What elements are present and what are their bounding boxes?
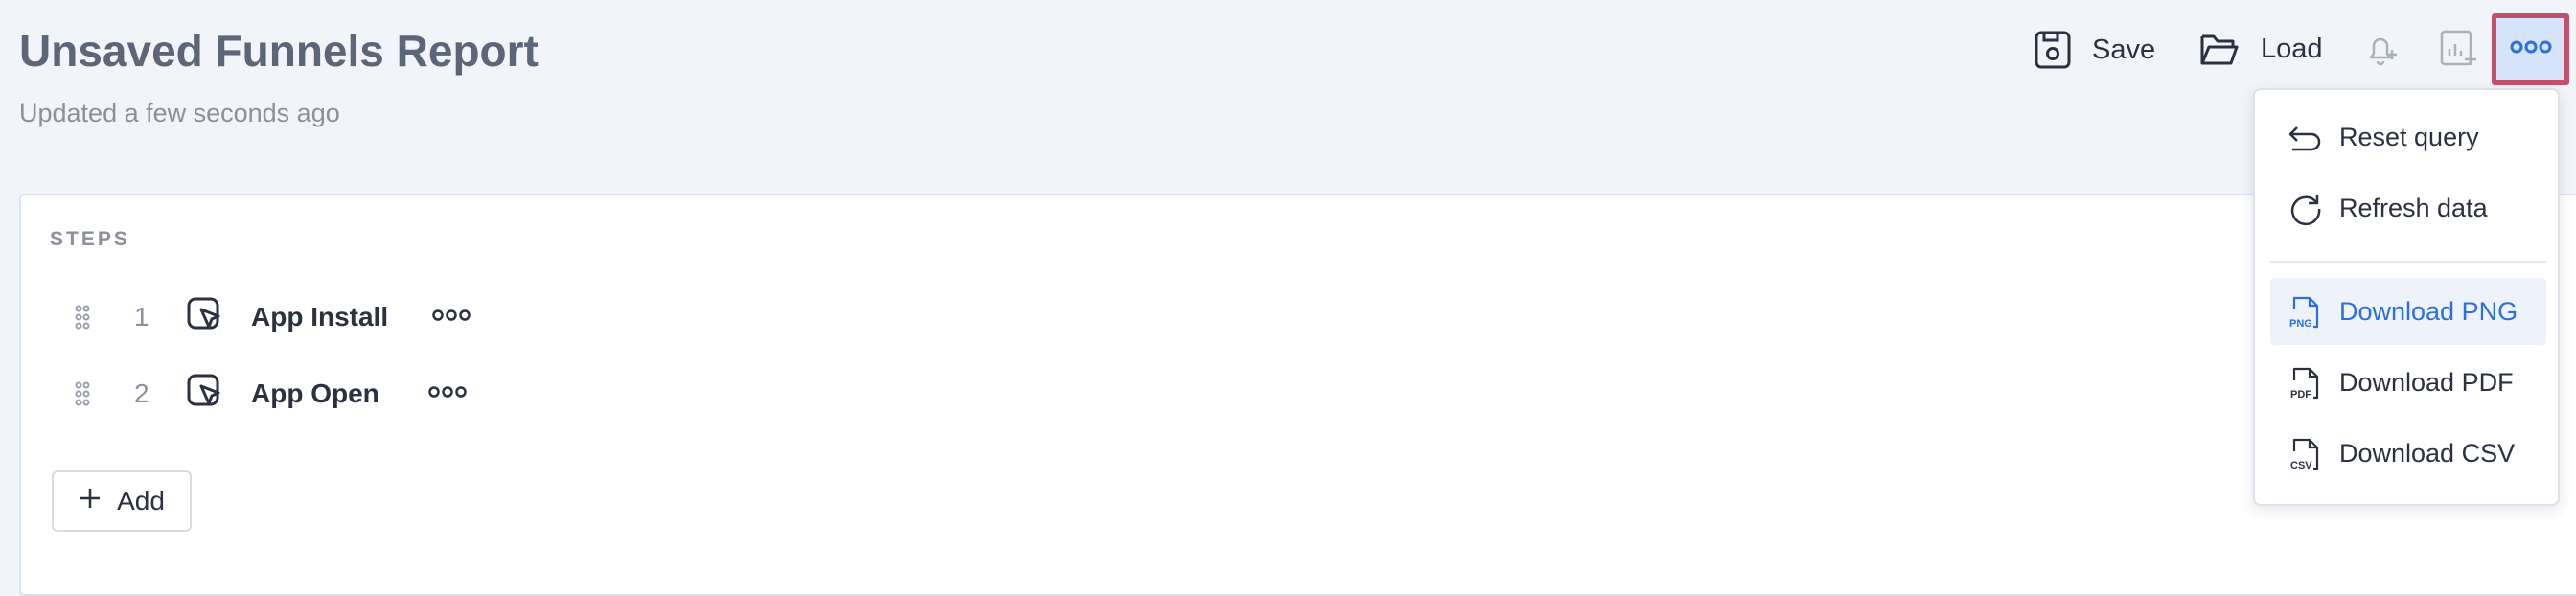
save-button[interactable]: Save — [2035, 31, 2155, 69]
step-number: 2 — [134, 378, 150, 408]
step-event-name[interactable]: App Install — [251, 302, 388, 332]
more-options-menu: Reset query Refresh data PNG Download PN… — [2253, 88, 2560, 506]
add-step-label: Add — [117, 486, 165, 516]
more-options-button[interactable] — [2492, 13, 2569, 85]
step-options-icon[interactable] — [431, 309, 472, 327]
menu-item-refresh-data[interactable]: Refresh data — [2270, 174, 2546, 241]
drag-handle-icon[interactable] — [71, 305, 94, 330]
event-click-icon — [186, 373, 224, 418]
funnel-step[interactable]: 2 App Open — [71, 370, 467, 418]
event-click-icon — [186, 296, 224, 341]
save-icon — [2035, 31, 2071, 69]
funnel-step[interactable]: 1 App Install — [71, 293, 471, 341]
plus-icon — [79, 486, 102, 516]
menu-item-label: Download PDF — [2339, 367, 2514, 397]
svg-text:PDF: PDF — [2290, 389, 2312, 401]
step-event-name[interactable]: App Open — [251, 378, 380, 409]
menu-divider — [2270, 261, 2546, 263]
menu-item-download-csv[interactable]: CSV Download CSV — [2270, 420, 2546, 487]
steps-panel — [19, 194, 2576, 596]
pdf-file-icon: PDF — [2288, 365, 2324, 408]
add-step-button[interactable]: Add — [52, 470, 192, 532]
menu-item-label: Download CSV — [2339, 438, 2516, 468]
chart-plus-icon — [2439, 30, 2477, 73]
menu-item-label: Download PNG — [2339, 296, 2518, 326]
menu-item-label: Refresh data — [2339, 193, 2488, 222]
menu-item-download-png[interactable]: PNG Download PNG — [2270, 278, 2546, 345]
menu-item-label: Reset query — [2339, 122, 2479, 151]
save-button-label: Save — [2092, 34, 2156, 65]
drag-handle-icon[interactable] — [71, 381, 94, 406]
bell-plus-icon — [2363, 37, 2402, 73]
steps-heading: STEPS — [50, 228, 130, 250]
step-number: 1 — [134, 302, 150, 332]
csv-file-icon: CSV — [2288, 436, 2324, 479]
page-title: Unsaved Funnels Report — [19, 26, 539, 76]
folder-icon — [2199, 31, 2240, 67]
alert-button[interactable] — [2363, 31, 2402, 74]
add-to-dashboard-button[interactable] — [2439, 29, 2477, 74]
step-options-icon[interactable] — [427, 385, 468, 403]
menu-item-reset-query[interactable]: Reset query — [2270, 103, 2546, 171]
menu-item-download-pdf[interactable]: PDF Download PDF — [2270, 349, 2546, 416]
refresh-icon — [2288, 191, 2324, 234]
undo-icon — [2288, 120, 2324, 161]
svg-text:PNG: PNG — [2289, 318, 2312, 330]
load-button[interactable]: Load — [2199, 31, 2323, 67]
more-icon — [2510, 40, 2552, 58]
svg-text:CSV: CSV — [2290, 460, 2312, 471]
load-button-label: Load — [2261, 33, 2323, 64]
png-file-icon: PNG — [2288, 294, 2324, 337]
updated-timestamp: Updated a few seconds ago — [19, 99, 340, 127]
